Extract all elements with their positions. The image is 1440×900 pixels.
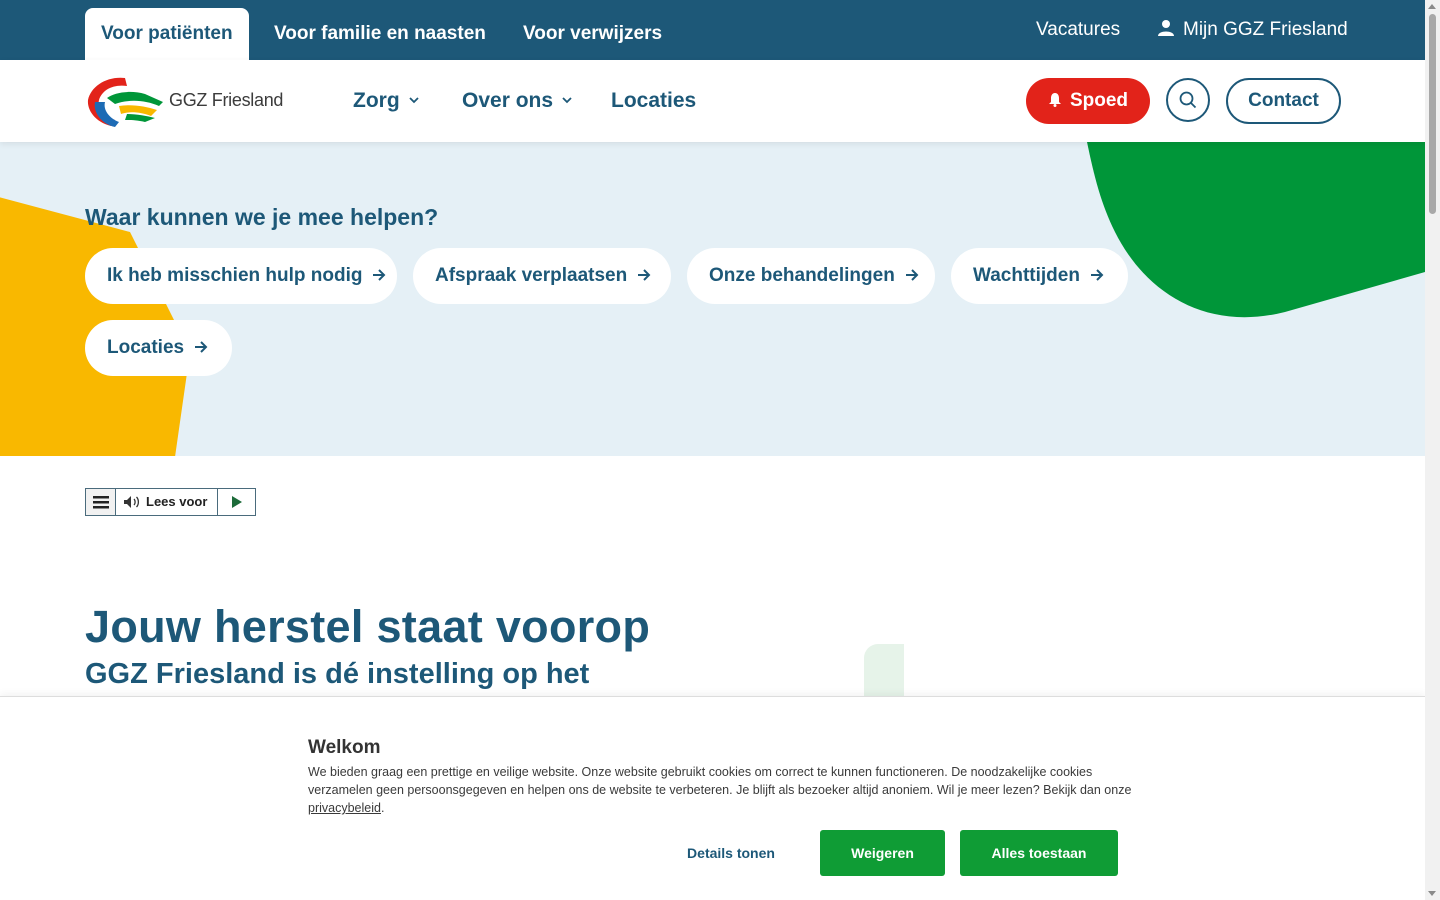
- arrow-right-icon: [638, 269, 651, 281]
- search-button[interactable]: [1166, 78, 1210, 122]
- quicklink-label: Ik heb misschien hulp nodig: [107, 265, 363, 286]
- search-icon: [1179, 91, 1197, 109]
- account-link[interactable]: Mijn GGZ Friesland: [1157, 0, 1348, 60]
- accept-all-button[interactable]: Alles toestaan: [960, 830, 1118, 876]
- quicklink-label: Locaties: [107, 337, 185, 358]
- ggz-logo-icon: [87, 77, 163, 127]
- arrow-right-icon: [905, 269, 919, 281]
- tab-voor-verwijzers[interactable]: Voor verwijzers: [507, 8, 678, 60]
- scrollbar[interactable]: [1425, 0, 1440, 900]
- readspeaker-play-button[interactable]: [218, 489, 255, 515]
- nav-over-ons-label: Over ons: [462, 89, 554, 112]
- play-icon: [232, 496, 242, 508]
- quicklink-locaties[interactable]: Locaties: [85, 320, 232, 376]
- refuse-button[interactable]: Weigeren: [820, 830, 945, 876]
- nav-over-ons[interactable]: Over ons: [462, 60, 573, 142]
- vacatures-link[interactable]: Vacatures: [1036, 0, 1120, 60]
- readspeaker-label: Lees voor: [146, 494, 208, 509]
- bell-icon: [1048, 93, 1061, 107]
- quicklink-behandelingen[interactable]: Onze behandelingen: [687, 248, 935, 304]
- cookie-banner: Welkom We bieden graag een prettige en v…: [0, 696, 1425, 900]
- scroll-down-icon[interactable]: [1428, 891, 1436, 896]
- contact-button[interactable]: Contact: [1226, 78, 1341, 124]
- quicklink-label: Wachttijden: [973, 265, 1080, 286]
- chevron-down-icon: [409, 97, 419, 104]
- menu-icon: [93, 496, 109, 509]
- arrow-right-icon: [1090, 269, 1104, 281]
- account-label: Mijn GGZ Friesland: [1183, 19, 1348, 40]
- scrollbar-thumb[interactable]: [1429, 14, 1436, 214]
- chevron-down-icon: [562, 97, 572, 104]
- hero-title: Waar kunnen we je mee helpen?: [85, 204, 439, 230]
- scroll-up-icon[interactable]: [1428, 4, 1436, 9]
- user-icon: [1158, 20, 1174, 36]
- quicklink-label: Onze behandelingen: [709, 265, 895, 286]
- arrow-right-icon: [373, 269, 386, 281]
- privacy-link[interactable]: privacybeleid: [308, 801, 381, 815]
- cookie-title: Welkom: [308, 737, 381, 758]
- page-subtitle: GGZ Friesland is dé instelling op het: [85, 658, 590, 690]
- decorative-shape: [864, 644, 904, 704]
- top-bar: Voor patiënten Voor familie en naasten V…: [0, 0, 1425, 60]
- main-header: GGZ Friesland Zorg Over ons Locaties Spo…: [0, 60, 1425, 142]
- tab-voor-patienten[interactable]: Voor patiënten: [85, 8, 249, 60]
- quicklink-hulp[interactable]: Ik heb misschien hulp nodig: [85, 248, 397, 304]
- nav-zorg-label: Zorg: [353, 89, 400, 112]
- quicklink-label: Afspraak verplaatsen: [435, 265, 628, 286]
- logo[interactable]: GGZ Friesland: [85, 72, 285, 130]
- spoed-button[interactable]: Spoed: [1026, 78, 1150, 124]
- cookie-body: We bieden graag een prettige en veilige …: [308, 765, 1132, 797]
- cookie-end: .: [380, 801, 385, 815]
- readspeaker-menu-button[interactable]: [86, 489, 116, 515]
- tab-voor-familie[interactable]: Voor familie en naasten: [258, 8, 502, 60]
- cookie-text: We bieden graag een prettige en veilige …: [308, 763, 1138, 817]
- green-shape: [1087, 142, 1425, 318]
- nav-locaties[interactable]: Locaties: [611, 60, 696, 142]
- readspeaker-widget: Lees voor: [85, 488, 256, 516]
- quicklink-afspraak[interactable]: Afspraak verplaatsen: [413, 248, 671, 304]
- speaker-icon: [124, 496, 140, 508]
- spoed-label: Spoed: [1069, 90, 1129, 111]
- arrow-right-icon: [195, 341, 208, 353]
- page-title: Jouw herstel staat voorop: [85, 601, 651, 652]
- quicklink-wachttijden[interactable]: Wachttijden: [951, 248, 1128, 304]
- logo-text: GGZ Friesland: [169, 90, 284, 110]
- readspeaker-read-button[interactable]: Lees voor: [116, 489, 218, 515]
- details-button[interactable]: Details tonen: [672, 830, 790, 876]
- nav-zorg[interactable]: Zorg: [353, 60, 420, 142]
- hero-section: Waar kunnen we je mee helpen? Ik heb mis…: [0, 142, 1425, 456]
